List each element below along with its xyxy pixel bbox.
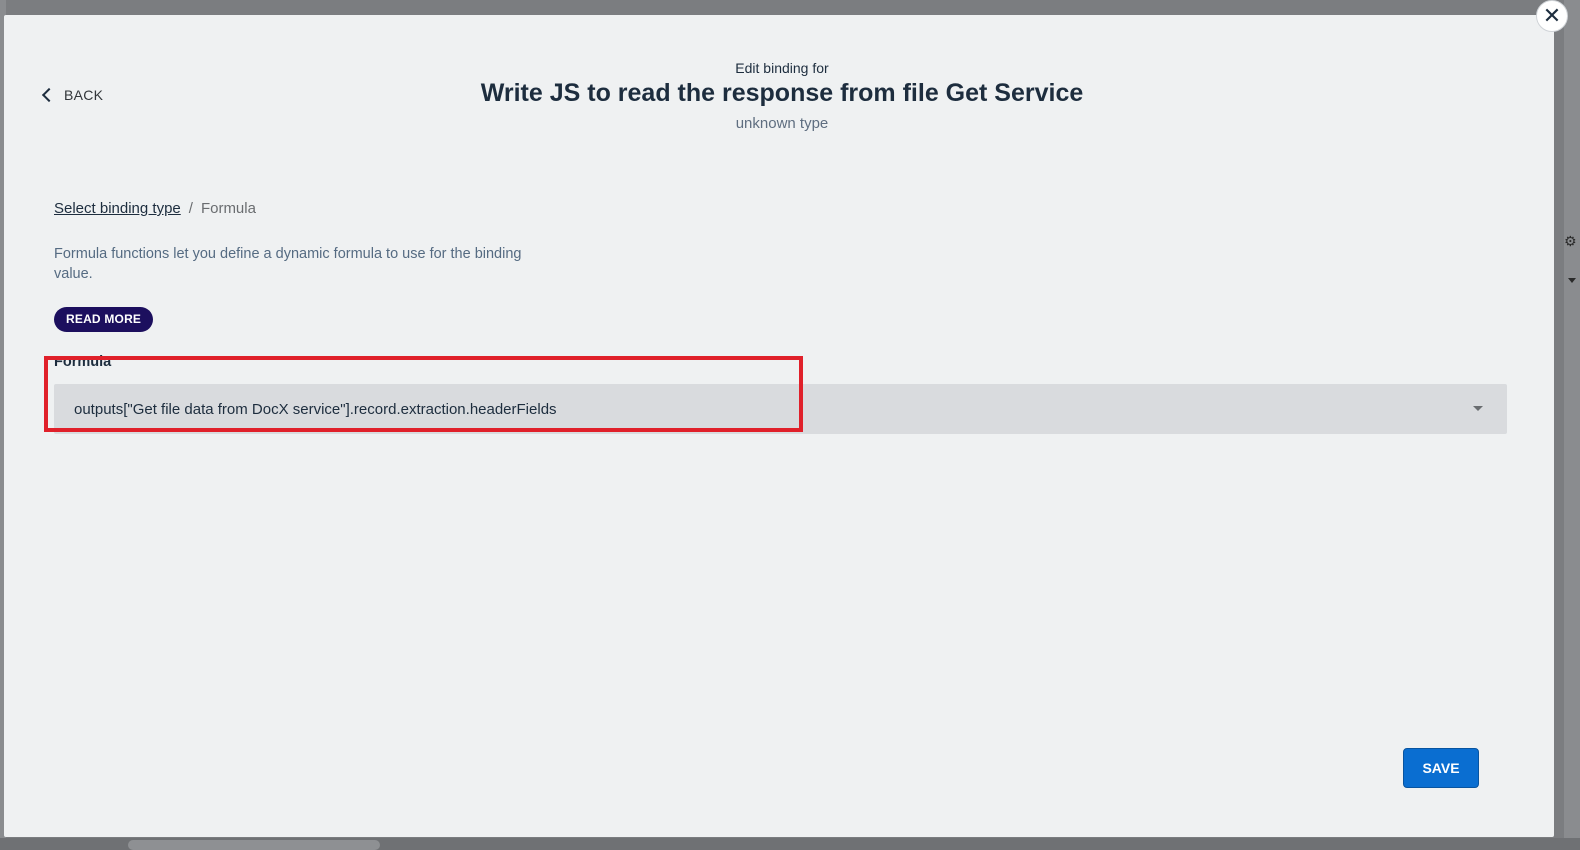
chevron-down-icon[interactable] (1473, 406, 1483, 411)
breadcrumb-select-binding-type[interactable]: Select binding type (54, 200, 181, 217)
background-right-strip (1564, 0, 1580, 850)
read-more-button[interactable]: READ MORE (54, 307, 154, 332)
formula-label: Formula (54, 354, 112, 370)
breadcrumb-current: Formula (200, 200, 256, 217)
edit-binding-modal: BACK Edit binding for Write JS to read t… (4, 15, 1554, 837)
formula-description: Formula functions let you define a dynam… (54, 246, 522, 282)
breadcrumb-separator: / (188, 200, 193, 217)
header-subtitle: unknown type (735, 115, 829, 132)
close-icon[interactable]: ✕ (1536, 0, 1568, 32)
gear-icon: ⚙ (1564, 233, 1577, 249)
modal-header: Edit binding for Write JS to read the re… (4, 59, 1560, 135)
save-button[interactable]: SAVE (1403, 748, 1479, 788)
chevron-down-icon (1568, 278, 1576, 283)
background-bottom-bar (0, 838, 1580, 850)
background-pill (128, 840, 380, 850)
formula-select[interactable]: outputs["Get file data from DocX service… (54, 384, 1507, 434)
header-pre-title: Edit binding for (735, 60, 829, 76)
breadcrumb: Select binding type / Formula (54, 200, 256, 217)
formula-value: outputs["Get file data from DocX service… (74, 400, 557, 418)
page-title: Write JS to read the response from file … (480, 79, 1084, 107)
